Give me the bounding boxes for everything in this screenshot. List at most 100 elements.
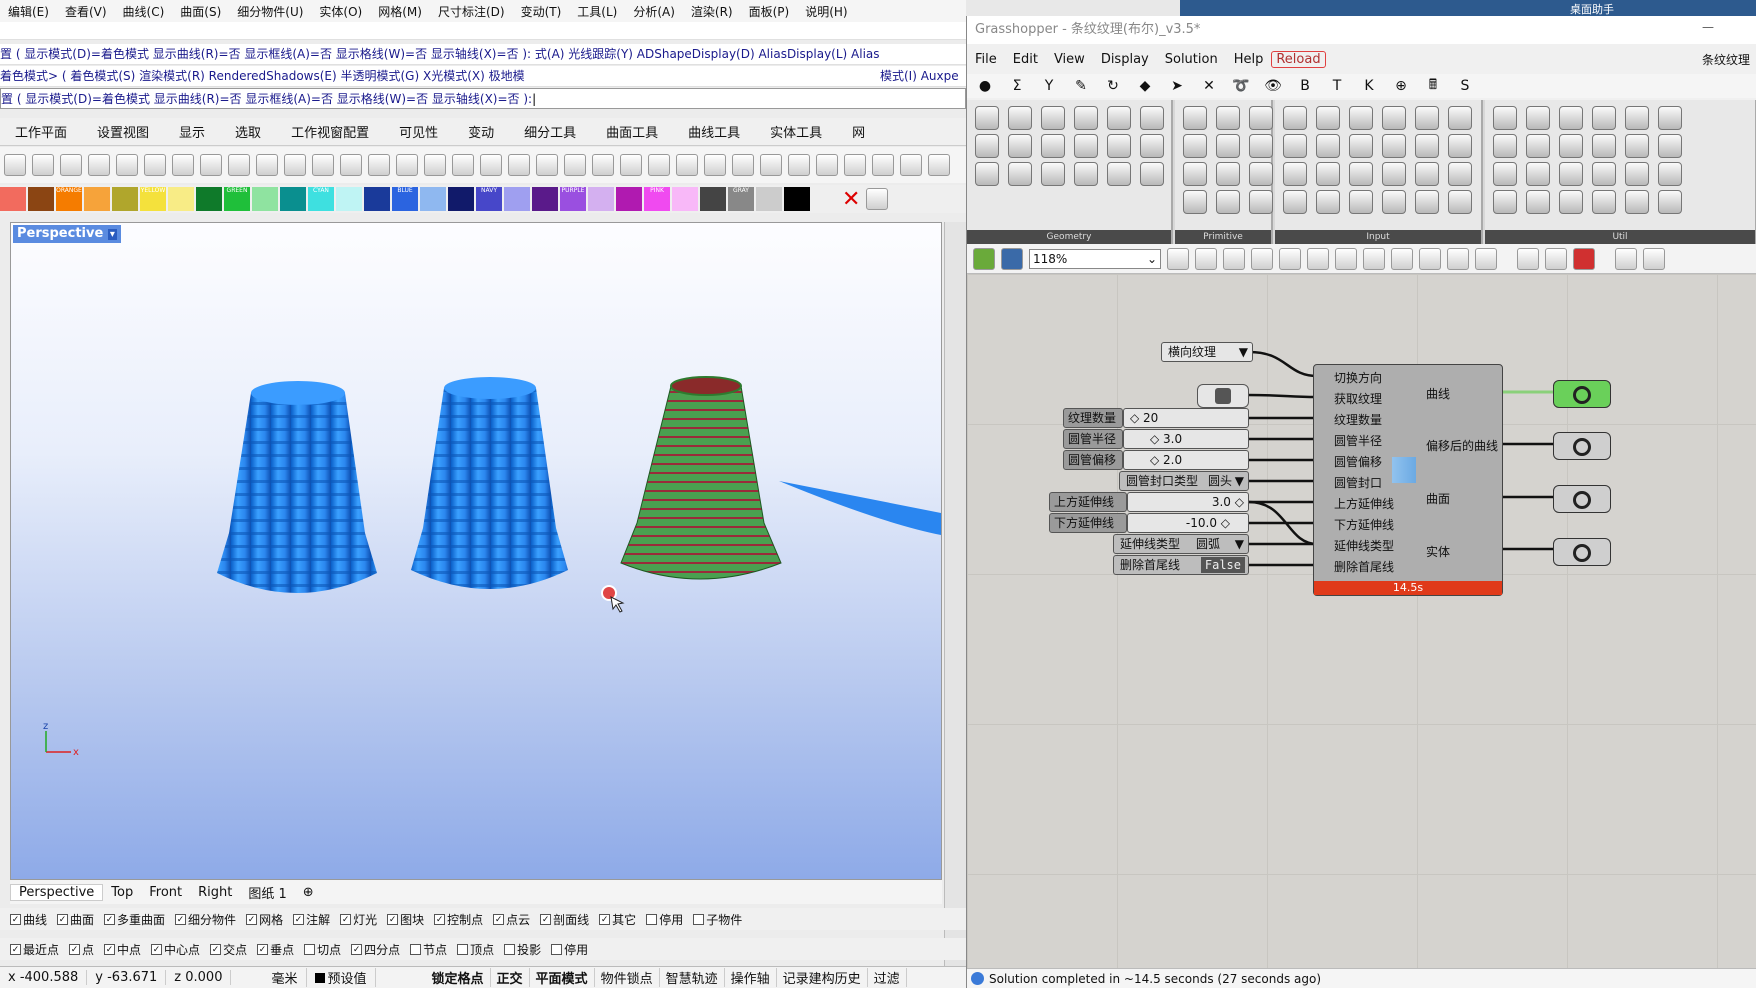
menu-item-3[interactable]: 曲面(S) bbox=[172, 3, 229, 20]
component-icon[interactable] bbox=[1658, 162, 1682, 186]
gh-category-icon[interactable]: ➤ bbox=[1165, 78, 1189, 94]
gh-category-icon[interactable]: 👁 bbox=[1261, 78, 1285, 94]
color-swatch[interactable] bbox=[448, 187, 474, 211]
toolbar-tab-0[interactable]: 工作平面 bbox=[0, 122, 82, 141]
component-icon[interactable] bbox=[1140, 162, 1164, 186]
osnap-checkbox-0[interactable]: ✓ 最近点 bbox=[10, 941, 59, 958]
status-toggle-7[interactable]: 过滤 bbox=[868, 968, 907, 987]
component-icon[interactable] bbox=[1041, 134, 1065, 158]
close-icon[interactable]: ✕ bbox=[842, 187, 860, 212]
cluster-output-1[interactable]: 偏移后的曲线 bbox=[1426, 437, 1498, 454]
offset-slider[interactable]: ◇ 2.0 bbox=[1123, 450, 1249, 470]
gh-category-icon[interactable]: ◆ bbox=[1133, 78, 1157, 94]
gh-category-icon[interactable]: ⊕ bbox=[1389, 78, 1413, 94]
status-toggle-5[interactable]: 操作轴 bbox=[725, 968, 777, 987]
filter-checkbox-2[interactable]: ✓ 多重曲面 bbox=[104, 911, 165, 928]
tool-icon[interactable] bbox=[256, 154, 278, 176]
menu-item-2[interactable]: 曲线(C) bbox=[115, 3, 173, 20]
filter-checkbox-8[interactable]: ✓ 控制点 bbox=[434, 911, 483, 928]
tool-icon[interactable] bbox=[200, 154, 222, 176]
gh-category-icon[interactable]: ● bbox=[973, 78, 997, 94]
filter-checkbox-1[interactable]: ✓ 曲面 bbox=[57, 911, 94, 928]
solid-output-param[interactable] bbox=[1553, 538, 1611, 566]
geometry-param[interactable] bbox=[1197, 384, 1249, 408]
layer-label[interactable]: 预设值 bbox=[307, 968, 376, 987]
component-icon[interactable] bbox=[975, 106, 999, 130]
color-swatch[interactable] bbox=[420, 187, 446, 211]
filter-checkbox-13[interactable]: 子物件 bbox=[693, 911, 742, 928]
component-icon[interactable] bbox=[1216, 162, 1240, 186]
tool-icon[interactable] bbox=[536, 154, 558, 176]
cluster-output-3[interactable]: 实体 bbox=[1426, 543, 1450, 560]
tool-icon[interactable] bbox=[816, 154, 838, 176]
color-swatch[interactable]: NAVY bbox=[476, 187, 502, 211]
component-icon[interactable] bbox=[1349, 106, 1373, 130]
tool-icon[interactable] bbox=[396, 154, 418, 176]
tool-icon[interactable] bbox=[564, 154, 586, 176]
wire-icon[interactable] bbox=[1419, 247, 1441, 270]
color-swatch[interactable] bbox=[784, 187, 810, 211]
gh-category-icon[interactable]: B bbox=[1293, 78, 1317, 94]
texture-mode-list[interactable]: 横向纹理 ▼ bbox=[1161, 342, 1253, 362]
color-swatch[interactable]: GRAY bbox=[728, 187, 754, 211]
toolbar-tab-9[interactable]: 曲线工具 bbox=[673, 122, 755, 141]
component-icon[interactable] bbox=[1041, 106, 1065, 130]
cluster-output-0[interactable]: 曲线 bbox=[1426, 385, 1450, 402]
color-swatch[interactable] bbox=[252, 187, 278, 211]
component-icon[interactable] bbox=[1283, 134, 1307, 158]
tool-icon[interactable] bbox=[424, 154, 446, 176]
gh-category-icon[interactable]: ✕ bbox=[1197, 78, 1221, 94]
tool-icon[interactable] bbox=[144, 154, 166, 176]
osnap-checkbox-9[interactable]: 顶点 bbox=[457, 941, 494, 958]
component-icon[interactable] bbox=[1249, 162, 1273, 186]
disable-icon[interactable] bbox=[1447, 247, 1469, 270]
component-icon[interactable] bbox=[1592, 162, 1616, 186]
tool-icon[interactable] bbox=[368, 154, 390, 176]
tool-icon[interactable] bbox=[872, 154, 894, 176]
gh-category-icon[interactable]: K bbox=[1357, 78, 1381, 94]
toolbar-tab-1[interactable]: 设置视图 bbox=[82, 122, 164, 141]
gh-menu-2[interactable]: View bbox=[1046, 52, 1093, 67]
component-icon[interactable] bbox=[1559, 134, 1583, 158]
color-swatch[interactable] bbox=[504, 187, 530, 211]
menu-item-5[interactable]: 实体(O) bbox=[311, 3, 370, 20]
osnap-checkbox-2[interactable]: ✓ 中点 bbox=[104, 941, 141, 958]
plugin-a-icon[interactable] bbox=[1615, 247, 1637, 270]
gh-menu-4[interactable]: Solution bbox=[1157, 52, 1226, 67]
vase-3-textured[interactable] bbox=[620, 376, 782, 580]
component-icon[interactable] bbox=[1526, 190, 1550, 214]
cluster-output-2[interactable]: 曲面 bbox=[1426, 490, 1450, 507]
osnap-checkbox-7[interactable]: ✓ 四分点 bbox=[351, 941, 400, 958]
component-icon[interactable] bbox=[1283, 190, 1307, 214]
count-slider[interactable]: ◇ 20 bbox=[1123, 408, 1249, 428]
color-swatch[interactable] bbox=[196, 187, 222, 211]
selected-preview-icon[interactable] bbox=[1573, 247, 1595, 270]
minimize-icon[interactable]: — bbox=[1702, 20, 1714, 34]
gh-category-icon[interactable]: Σ bbox=[1005, 78, 1029, 94]
component-icon[interactable] bbox=[1140, 134, 1164, 158]
color-swatch[interactable]: ORANGE bbox=[56, 187, 82, 211]
osnap-checkbox-1[interactable]: ✓ 点 bbox=[69, 941, 94, 958]
color-swatch[interactable] bbox=[280, 187, 306, 211]
filter-checkbox-7[interactable]: ✓ 图块 bbox=[387, 911, 424, 928]
component-icon[interactable] bbox=[1658, 190, 1682, 214]
gh-category-icon[interactable]: Y bbox=[1037, 78, 1061, 94]
window-icon[interactable] bbox=[1307, 247, 1329, 270]
osnap-checkbox-10[interactable]: 投影 bbox=[504, 941, 541, 958]
shaded-preview-icon[interactable] bbox=[1517, 247, 1539, 270]
filter-checkbox-5[interactable]: ✓ 注解 bbox=[293, 911, 330, 928]
component-icon[interactable] bbox=[1625, 190, 1649, 214]
color-swatch[interactable] bbox=[0, 187, 26, 211]
cluster-input-4[interactable]: 圆管偏移 bbox=[1334, 453, 1382, 470]
component-icon[interactable] bbox=[1249, 106, 1273, 130]
component-icon[interactable] bbox=[1415, 106, 1439, 130]
gh-canvas[interactable]: 横向纹理 ▼ 纹理数量 ◇ 20 圆管半径 ◇ 3.0 圆管偏移 ◇ 2.0 圆管… bbox=[967, 274, 1756, 968]
color-swatch[interactable] bbox=[28, 187, 54, 211]
command-input[interactable]: 置 ( 显示模式(D)=着色模式 显示曲线(R)=否 显示框线(A)=否 显示格… bbox=[0, 88, 966, 109]
tool-icon[interactable] bbox=[32, 154, 54, 176]
reload-button[interactable]: Reload bbox=[1271, 50, 1326, 68]
menu-item-13[interactable]: 说明(H) bbox=[797, 3, 855, 20]
sketch-icon[interactable] bbox=[1223, 247, 1245, 270]
menu-item-7[interactable]: 尺寸标注(D) bbox=[430, 3, 513, 20]
component-icon[interactable] bbox=[1107, 106, 1131, 130]
